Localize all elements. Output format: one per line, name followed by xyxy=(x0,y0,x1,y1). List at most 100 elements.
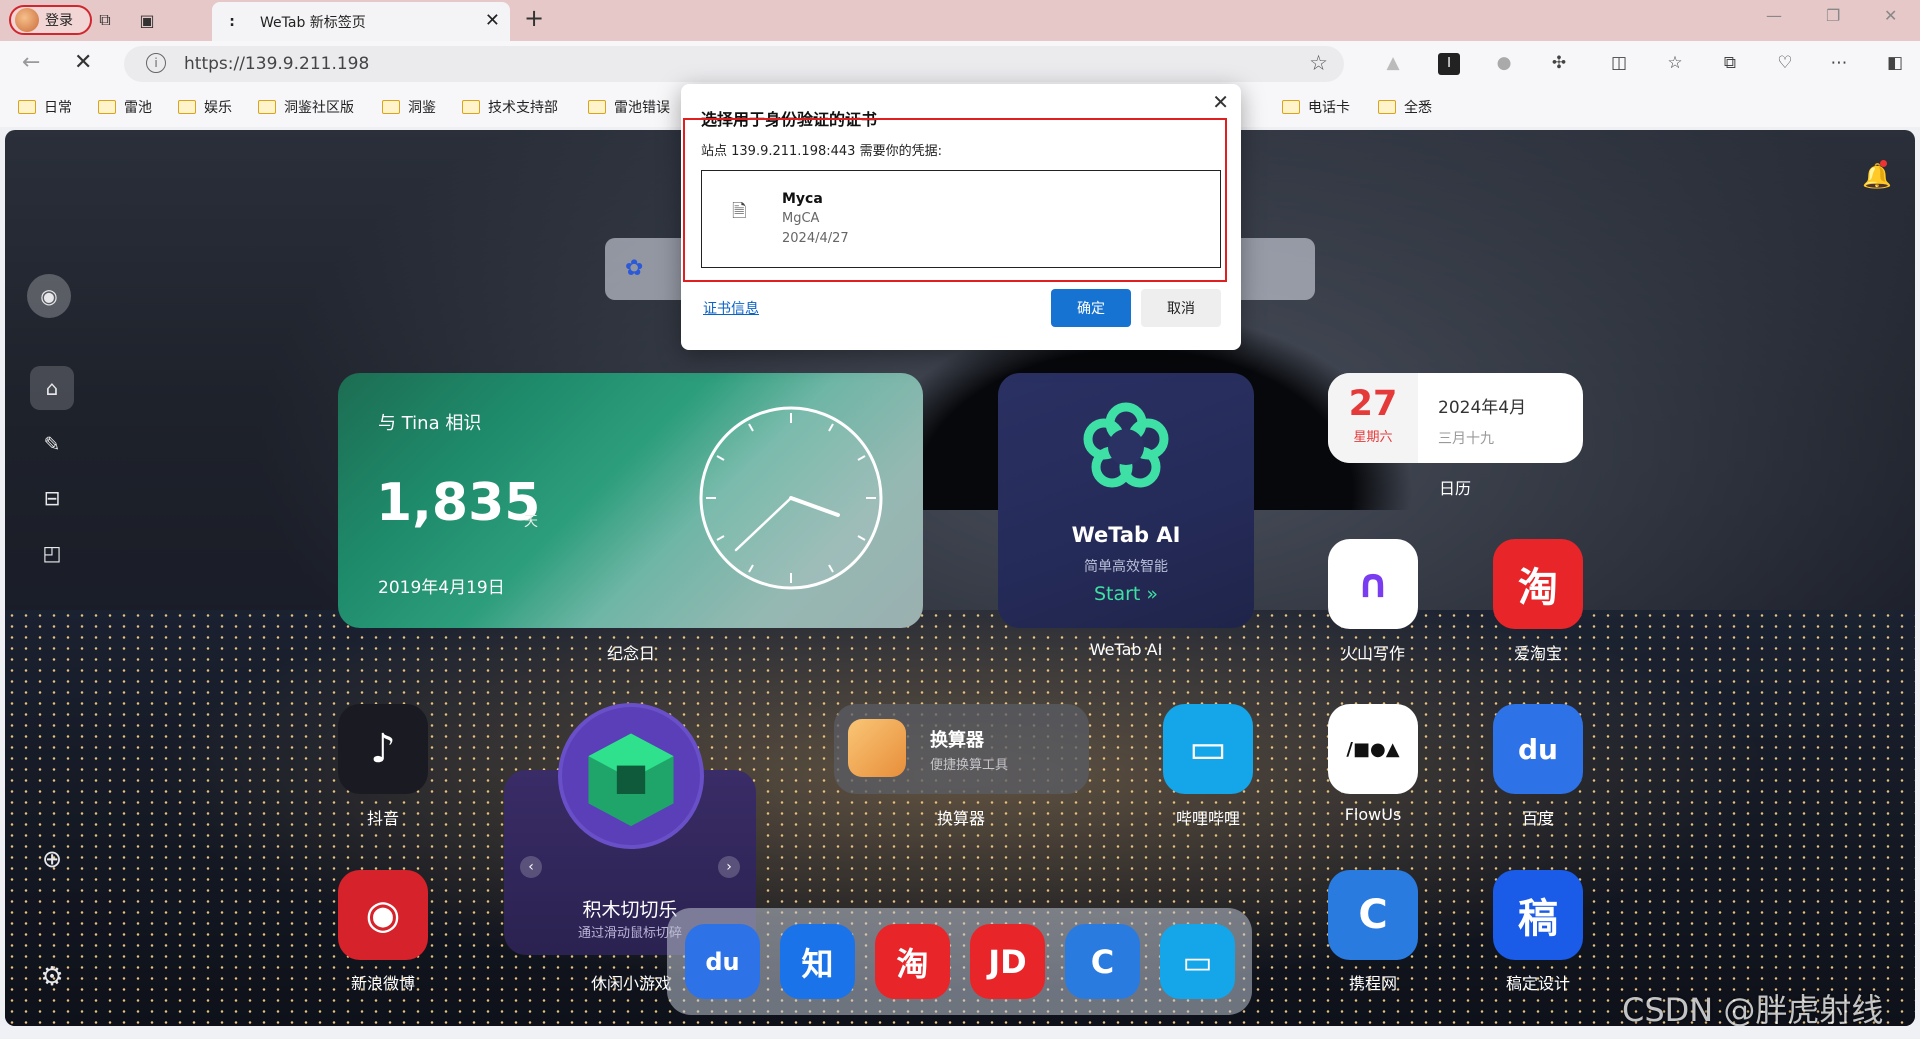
gaoding-logo-icon: 稿 xyxy=(1518,896,1558,942)
extension-a-icon[interactable]: ▲ xyxy=(1382,53,1404,75)
dock-jd[interactable]: JD xyxy=(970,924,1045,999)
highlight-annotation-box xyxy=(683,118,1227,282)
restore-button[interactable]: ❐ xyxy=(1826,6,1840,25)
puzzle-icon[interactable]: ✣ xyxy=(1548,53,1570,75)
add-icon[interactable]: ⊕ xyxy=(30,837,74,881)
bookmark-folder[interactable]: 洞鉴 xyxy=(382,97,436,117)
app-label: FlowUs xyxy=(1344,805,1402,824)
url-text[interactable]: https://139.9.211.198 xyxy=(184,54,369,74)
heart-icon[interactable]: ♡ xyxy=(1774,53,1796,75)
stop-icon[interactable]: ✕ xyxy=(74,50,92,75)
baidu-paw-icon: ✿ xyxy=(625,256,644,281)
douyin-logo-icon: ♪ xyxy=(370,726,396,772)
tab-actions-icon[interactable]: ▣ xyxy=(136,9,158,31)
settings-icon[interactable]: ⚙ xyxy=(30,955,74,999)
app-ai-taobao[interactable]: 淘 xyxy=(1493,539,1583,629)
wetab-ai-widget[interactable]: WeTab AI 简单高效智能 Start » xyxy=(998,373,1254,628)
app-flowus[interactable]: /■●▲ xyxy=(1328,704,1418,794)
bookmark-folder[interactable]: 日常 xyxy=(18,97,72,117)
bag-icon[interactable]: ◰ xyxy=(30,531,74,575)
wetab-flower-icon xyxy=(1083,402,1169,488)
bookmark-label: 雷池 xyxy=(124,100,152,116)
profile-button[interactable]: 登录 xyxy=(9,5,92,35)
collections-icon[interactable]: ⧉ xyxy=(1719,53,1741,75)
bookmark-folder[interactable]: 洞鉴社区版 xyxy=(258,97,354,117)
ctrip-dolphin-icon: C xyxy=(1090,942,1115,981)
favorite-star-icon[interactable]: ☆ xyxy=(1309,51,1328,75)
folder-icon xyxy=(258,100,276,114)
certificate-info-link[interactable]: 证书信息 xyxy=(703,298,759,318)
app-ctrip[interactable]: C xyxy=(1328,870,1418,960)
app-weibo[interactable]: ◉ xyxy=(338,870,428,960)
minimize-button[interactable]: — xyxy=(1766,6,1782,25)
app-bilibili[interactable]: ▭ xyxy=(1163,704,1253,794)
extension-circle-icon[interactable]: ● xyxy=(1493,53,1515,75)
anniversary-widget[interactable]: 与 Tina 相识 1,835 天 2019年4月19日 xyxy=(338,373,923,628)
app-label: 抖音 xyxy=(366,809,399,828)
pen-icon[interactable]: ✎ xyxy=(30,422,74,466)
notification-bell-icon[interactable]: 🔔 xyxy=(1862,160,1892,190)
dialog-close-button[interactable]: ✕ xyxy=(1212,90,1229,114)
dock-taobao[interactable]: 淘 xyxy=(875,924,950,999)
calendar-label: 日历 xyxy=(1438,479,1471,498)
baidu-paw-icon: du xyxy=(1518,732,1558,766)
folder-icon xyxy=(98,100,116,114)
calculator-widget[interactable]: 换算器 便捷换算工具 xyxy=(834,704,1089,794)
more-icon[interactable]: ⋯ xyxy=(1828,53,1850,75)
calendar-widget[interactable]: 27 星期六 2024年4月 三月十九 xyxy=(1328,373,1583,463)
sidebar-icon[interactable]: ◧ xyxy=(1884,53,1906,75)
dock-ctrip[interactable]: C xyxy=(1065,924,1140,999)
weibo-logo-icon: ◉ xyxy=(365,892,401,938)
bookmark-label: 洞鉴社区版 xyxy=(284,100,354,116)
window-close-button[interactable]: ✕ xyxy=(1884,6,1897,25)
address-bar[interactable]: i https://139.9.211.198 ☆ xyxy=(124,46,1344,82)
bookmark-folder[interactable]: 全悉 xyxy=(1378,97,1432,117)
back-arrow-icon[interactable]: ← xyxy=(22,50,40,75)
analog-clock xyxy=(699,406,883,590)
split-screen-icon[interactable]: ◫ xyxy=(1608,53,1630,75)
app-label: 百度 xyxy=(1521,809,1554,828)
bookmark-folder[interactable]: 电话卡 xyxy=(1282,97,1350,117)
game-cube-icon[interactable] xyxy=(558,703,704,849)
info-icon[interactable]: i xyxy=(146,53,166,73)
app-label: 携程网 xyxy=(1348,974,1397,993)
game-next-button[interactable]: › xyxy=(718,856,740,878)
workspaces-icon[interactable]: ⧉ xyxy=(94,9,116,31)
bookmark-label: 电话卡 xyxy=(1308,100,1350,116)
cube-shape xyxy=(588,733,674,827)
bookmark-folder[interactable]: 技术支持部 xyxy=(462,97,558,117)
wetab-ai-start-button[interactable]: Start » xyxy=(998,583,1254,605)
app-baidu[interactable]: du xyxy=(1493,704,1583,794)
game-controller-icon[interactable]: ⊟ xyxy=(30,476,74,520)
bookmark-folder[interactable]: 雷池错误 xyxy=(588,97,670,117)
wetab-ai-label: WeTab AI xyxy=(1089,640,1163,659)
calculator-label: 换算器 xyxy=(936,809,985,828)
new-tab-button[interactable]: + xyxy=(524,4,544,32)
bilibili-tv-icon: ▭ xyxy=(1189,726,1227,772)
profile-label: 登录 xyxy=(45,13,73,29)
app-gaoding[interactable]: 稿 xyxy=(1493,870,1583,960)
game-prev-button[interactable]: ‹ xyxy=(520,856,542,878)
tab-close-button[interactable]: ✕ xyxy=(485,10,500,31)
bookmark-label: 洞鉴 xyxy=(408,100,436,116)
dock-zhihu[interactable]: 知 xyxy=(780,924,855,999)
taobao-logo-icon: 淘 xyxy=(1518,565,1558,611)
app-douyin[interactable]: ♪ xyxy=(338,704,428,794)
folder-icon xyxy=(382,100,400,114)
calendar-year-month: 2024年4月 xyxy=(1438,398,1527,418)
extension-i-icon[interactable]: I xyxy=(1438,53,1460,75)
bookmark-label: 雷池错误 xyxy=(614,100,670,116)
tab-wetab[interactable]: : WeTab 新标签页 ✕ xyxy=(212,2,510,41)
dock-bilibili[interactable]: ▭ xyxy=(1160,924,1235,999)
dock-baidu[interactable]: du xyxy=(685,924,760,999)
cancel-button[interactable]: 取消 xyxy=(1141,289,1221,327)
favorites-icon[interactable]: ☆ xyxy=(1664,53,1686,75)
avatar xyxy=(15,8,39,32)
avatar-icon[interactable]: ◉ xyxy=(27,274,71,318)
app-huoshan-writing[interactable]: ∩ xyxy=(1328,539,1418,629)
huoshan-logo-icon: ∩ xyxy=(1356,561,1390,607)
bookmark-folder[interactable]: 雷池 xyxy=(98,97,152,117)
home-icon[interactable]: ⌂ xyxy=(30,366,74,410)
bookmark-folder[interactable]: 娱乐 xyxy=(178,97,232,117)
ok-button[interactable]: 确定 xyxy=(1051,289,1131,327)
